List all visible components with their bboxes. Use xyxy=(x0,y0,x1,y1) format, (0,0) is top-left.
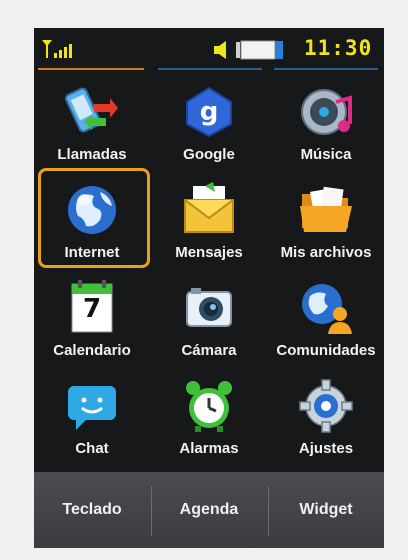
status-underline xyxy=(158,68,262,70)
battery-icon xyxy=(236,40,283,60)
status-underline xyxy=(38,68,144,70)
app-comunidades[interactable]: Comunidades xyxy=(268,270,384,366)
app-label: Mis archivos xyxy=(280,244,372,261)
app-label: Google xyxy=(183,146,235,163)
phone-calls-icon xyxy=(64,87,118,133)
google-icon: g xyxy=(186,86,232,138)
app-label: Llamadas xyxy=(57,146,127,163)
app-chat[interactable]: Chat xyxy=(34,368,150,464)
app-label: Mensajes xyxy=(175,244,243,261)
app-alarmas[interactable]: Alarmas xyxy=(151,368,267,464)
app-label: Calendario xyxy=(53,342,131,359)
svg-text:g: g xyxy=(200,97,219,127)
status-bar: 11:30 xyxy=(34,28,384,70)
bottom-tab-bar: Teclado Agenda Widget xyxy=(34,472,384,548)
app-google[interactable]: g Google xyxy=(151,74,267,170)
app-label: Cámara xyxy=(181,342,237,359)
app-ajustes[interactable]: Ajustes xyxy=(268,368,384,464)
signal-icon xyxy=(42,40,72,58)
app-label: Chat xyxy=(75,440,109,457)
app-llamadas[interactable]: Llamadas xyxy=(34,74,150,170)
communities-icon xyxy=(302,284,352,334)
app-calendario[interactable]: 7 Calendario xyxy=(34,270,150,366)
app-label: Alarmas xyxy=(179,440,239,457)
app-mensajes[interactable]: Mensajes xyxy=(151,172,267,268)
app-label: Comunidades xyxy=(276,342,376,359)
app-label: Música xyxy=(300,146,352,163)
envelope-icon xyxy=(184,182,234,233)
tab-widget[interactable]: Widget xyxy=(268,472,384,548)
phone-screen: 11:30 Llamadas g Google Música Internet … xyxy=(34,28,384,548)
calendar-day: 7 xyxy=(82,294,102,324)
camera-icon xyxy=(186,288,232,327)
tab-agenda[interactable]: Agenda xyxy=(151,472,267,548)
phone-frame: 11:30 Llamadas g Google Música Internet … xyxy=(0,0,408,560)
chat-icon xyxy=(68,386,116,430)
selection-highlight xyxy=(38,168,150,268)
status-underline xyxy=(274,68,378,70)
speaker-icon xyxy=(214,41,226,59)
app-mis-archivos[interactable]: Mis archivos xyxy=(268,172,384,268)
folder-icon xyxy=(300,186,352,232)
status-clock: 11:30 xyxy=(304,36,373,60)
gear-icon xyxy=(299,379,353,433)
app-camara[interactable]: Cámara xyxy=(151,270,267,366)
alarm-clock-icon xyxy=(186,381,232,432)
tab-teclado[interactable]: Teclado xyxy=(34,472,150,548)
music-icon xyxy=(301,89,352,135)
app-musica[interactable]: Música xyxy=(268,74,384,170)
app-label: Ajustes xyxy=(298,440,354,457)
